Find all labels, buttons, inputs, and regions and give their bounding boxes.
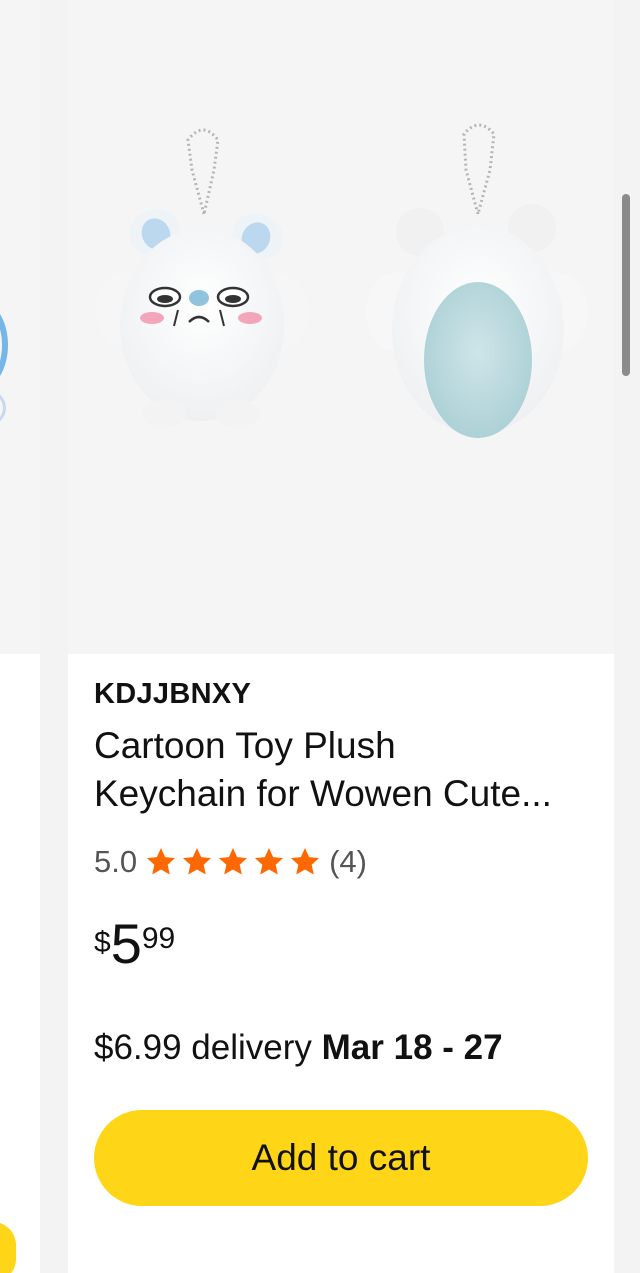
- rating-value: 5.0: [94, 844, 138, 879]
- product-carousel-page: KDJJBNXY Cartoon Toy Plush Keychain for …: [0, 0, 640, 1273]
- delivery-fee: $6.99 delivery: [94, 1028, 312, 1067]
- vertical-scrollbar[interactable]: [622, 194, 630, 376]
- star-icon: [147, 848, 176, 875]
- star-icon: [219, 848, 248, 875]
- star-icon: [255, 848, 284, 875]
- price-currency: $: [94, 926, 111, 959]
- product-brand: KDJJBNXY: [94, 678, 252, 710]
- product-title[interactable]: Cartoon Toy Plush Keychain for Wowen Cut…: [94, 722, 594, 818]
- card-gutter: [40, 0, 68, 1273]
- delivery-info: $6.99 delivery Mar 18 - 27: [94, 1028, 503, 1068]
- add-to-cart-button[interactable]: Add to cart: [94, 1110, 588, 1206]
- product-price: $ 5 99: [94, 914, 175, 974]
- price-cents: 99: [141, 922, 176, 955]
- rating-row[interactable]: 5.0 (4): [94, 842, 367, 882]
- product-card[interactable]: KDJJBNXY Cartoon Toy Plush Keychain for …: [68, 0, 614, 1273]
- previous-product-graphic: [0, 300, 8, 390]
- product-title-line-1[interactable]: Cartoon Toy Plush: [94, 722, 594, 770]
- delivery-dates: Mar 18 - 27: [321, 1028, 503, 1067]
- review-count[interactable]: (4): [329, 844, 367, 880]
- plush-front-image: [96, 128, 308, 428]
- product-image[interactable]: [68, 0, 614, 654]
- product-title-line-2[interactable]: Keychain for Wowen Cute...: [94, 770, 594, 818]
- price-dollars: 5: [110, 912, 142, 975]
- card-gutter-right: [614, 0, 640, 1273]
- star-icon: [183, 848, 212, 875]
- previous-product-graphic-detail: [0, 388, 6, 428]
- plush-back-image: [366, 123, 588, 438]
- star-icon: [291, 848, 320, 875]
- star-rating: [143, 846, 323, 878]
- previous-add-to-cart-button[interactable]: [0, 1222, 16, 1273]
- plush-keychain-image: [96, 123, 588, 438]
- previous-product-card[interactable]: [0, 0, 40, 1273]
- previous-product-image[interactable]: [0, 0, 40, 654]
